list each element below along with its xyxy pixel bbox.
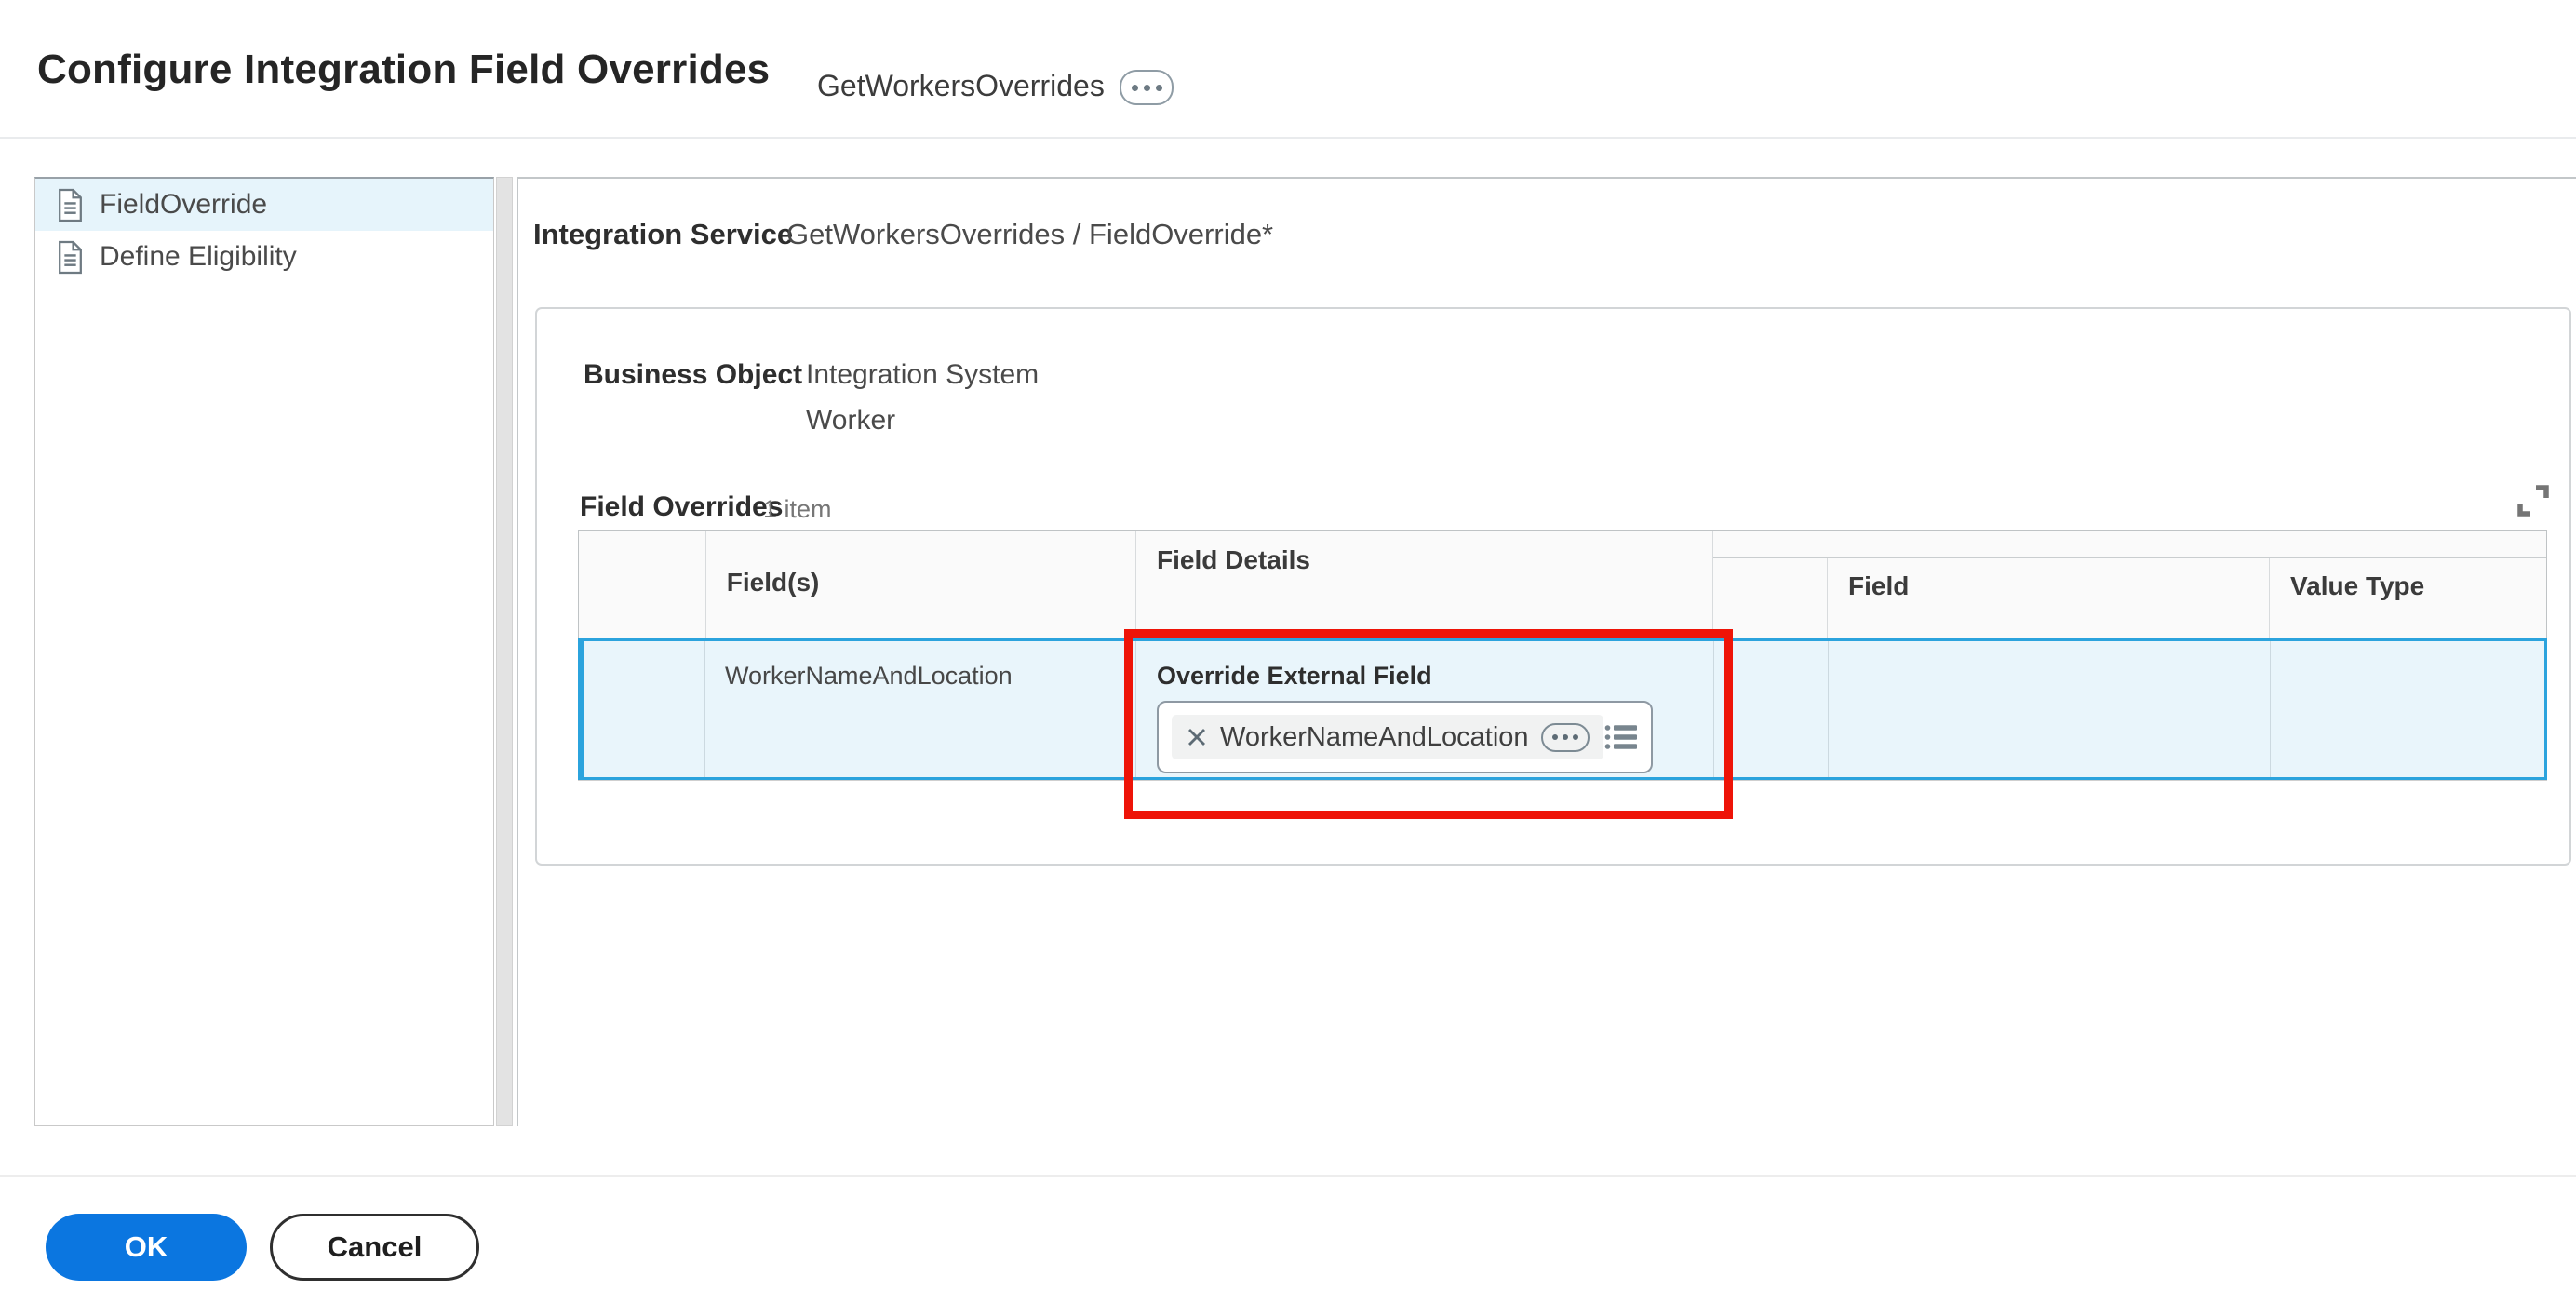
page-title: Configure Integration Field Overrides: [37, 47, 771, 92]
business-object-value: Integration System: [806, 359, 1040, 390]
row-value-type-cell: [2271, 641, 2544, 777]
document-icon: [59, 188, 82, 222]
row-fields-value: WorkerNameAndLocation: [725, 662, 1013, 690]
cancel-button[interactable]: Cancel: [270, 1214, 479, 1281]
row-field-cell: [1829, 641, 2271, 777]
sidebar-item-fieldoverride[interactable]: FieldOverride: [35, 179, 493, 231]
column-header-label: Field: [1848, 571, 1910, 600]
document-icon: [59, 240, 82, 274]
expand-grid-icon[interactable]: [2516, 483, 2551, 518]
ok-button[interactable]: OK: [46, 1214, 247, 1281]
grid-header-group-strip: [1713, 531, 2546, 558]
grid-header-group: Field Value Type: [1713, 531, 2546, 638]
grid-title: Field Overrides: [580, 491, 784, 522]
sidebar-item-define-eligibility[interactable]: Define Eligibility: [35, 231, 493, 283]
integration-service-label: Integration Service: [533, 218, 794, 250]
ellipsis-dot: [1155, 84, 1162, 91]
business-object-value: Worker: [806, 405, 896, 436]
sidebar-scrollbar[interactable]: [496, 177, 513, 1126]
grid-item-count: 1 item: [763, 495, 832, 523]
ellipsis-dot: [1143, 84, 1150, 91]
column-header-label: Value Type: [2290, 571, 2425, 600]
related-actions-ellipsis-icon[interactable]: [1120, 70, 1174, 105]
grid-header-empty-cell: [1713, 558, 1828, 638]
sidebar-item-label: Define Eligibility: [100, 241, 297, 272]
row-selector-cell[interactable]: [584, 641, 705, 777]
grid-header-field: Field: [1828, 558, 2270, 638]
ellipsis-dot: [1131, 84, 1138, 91]
row-fields-cell: WorkerNameAndLocation: [705, 641, 1136, 777]
grid-header-fields: Field(s): [706, 531, 1137, 638]
integration-service-value: GetWorkersOverrides / FieldOverride*: [786, 218, 1274, 250]
grid-header-field-details: Field Details: [1136, 531, 1713, 638]
page-context-object: GetWorkersOverrides: [817, 69, 1105, 102]
footer-divider: [0, 1175, 2576, 1177]
red-annotation-box: [1124, 629, 1733, 819]
grid-header: Field(s) Field Details Field Value Type: [578, 530, 2547, 638]
sidebar-item-label: FieldOverride: [100, 189, 268, 220]
column-header-label: Field(s): [726, 568, 820, 597]
business-object-label: Business Object: [584, 359, 803, 390]
grid-header-selector-cell: [579, 531, 706, 638]
steps-sidebar: FieldOverride Define Eligibility: [34, 177, 494, 1126]
grid-header-value-type: Value Type: [2270, 558, 2546, 638]
header-divider: [0, 137, 2576, 139]
column-header-label: Field Details: [1157, 545, 1310, 574]
